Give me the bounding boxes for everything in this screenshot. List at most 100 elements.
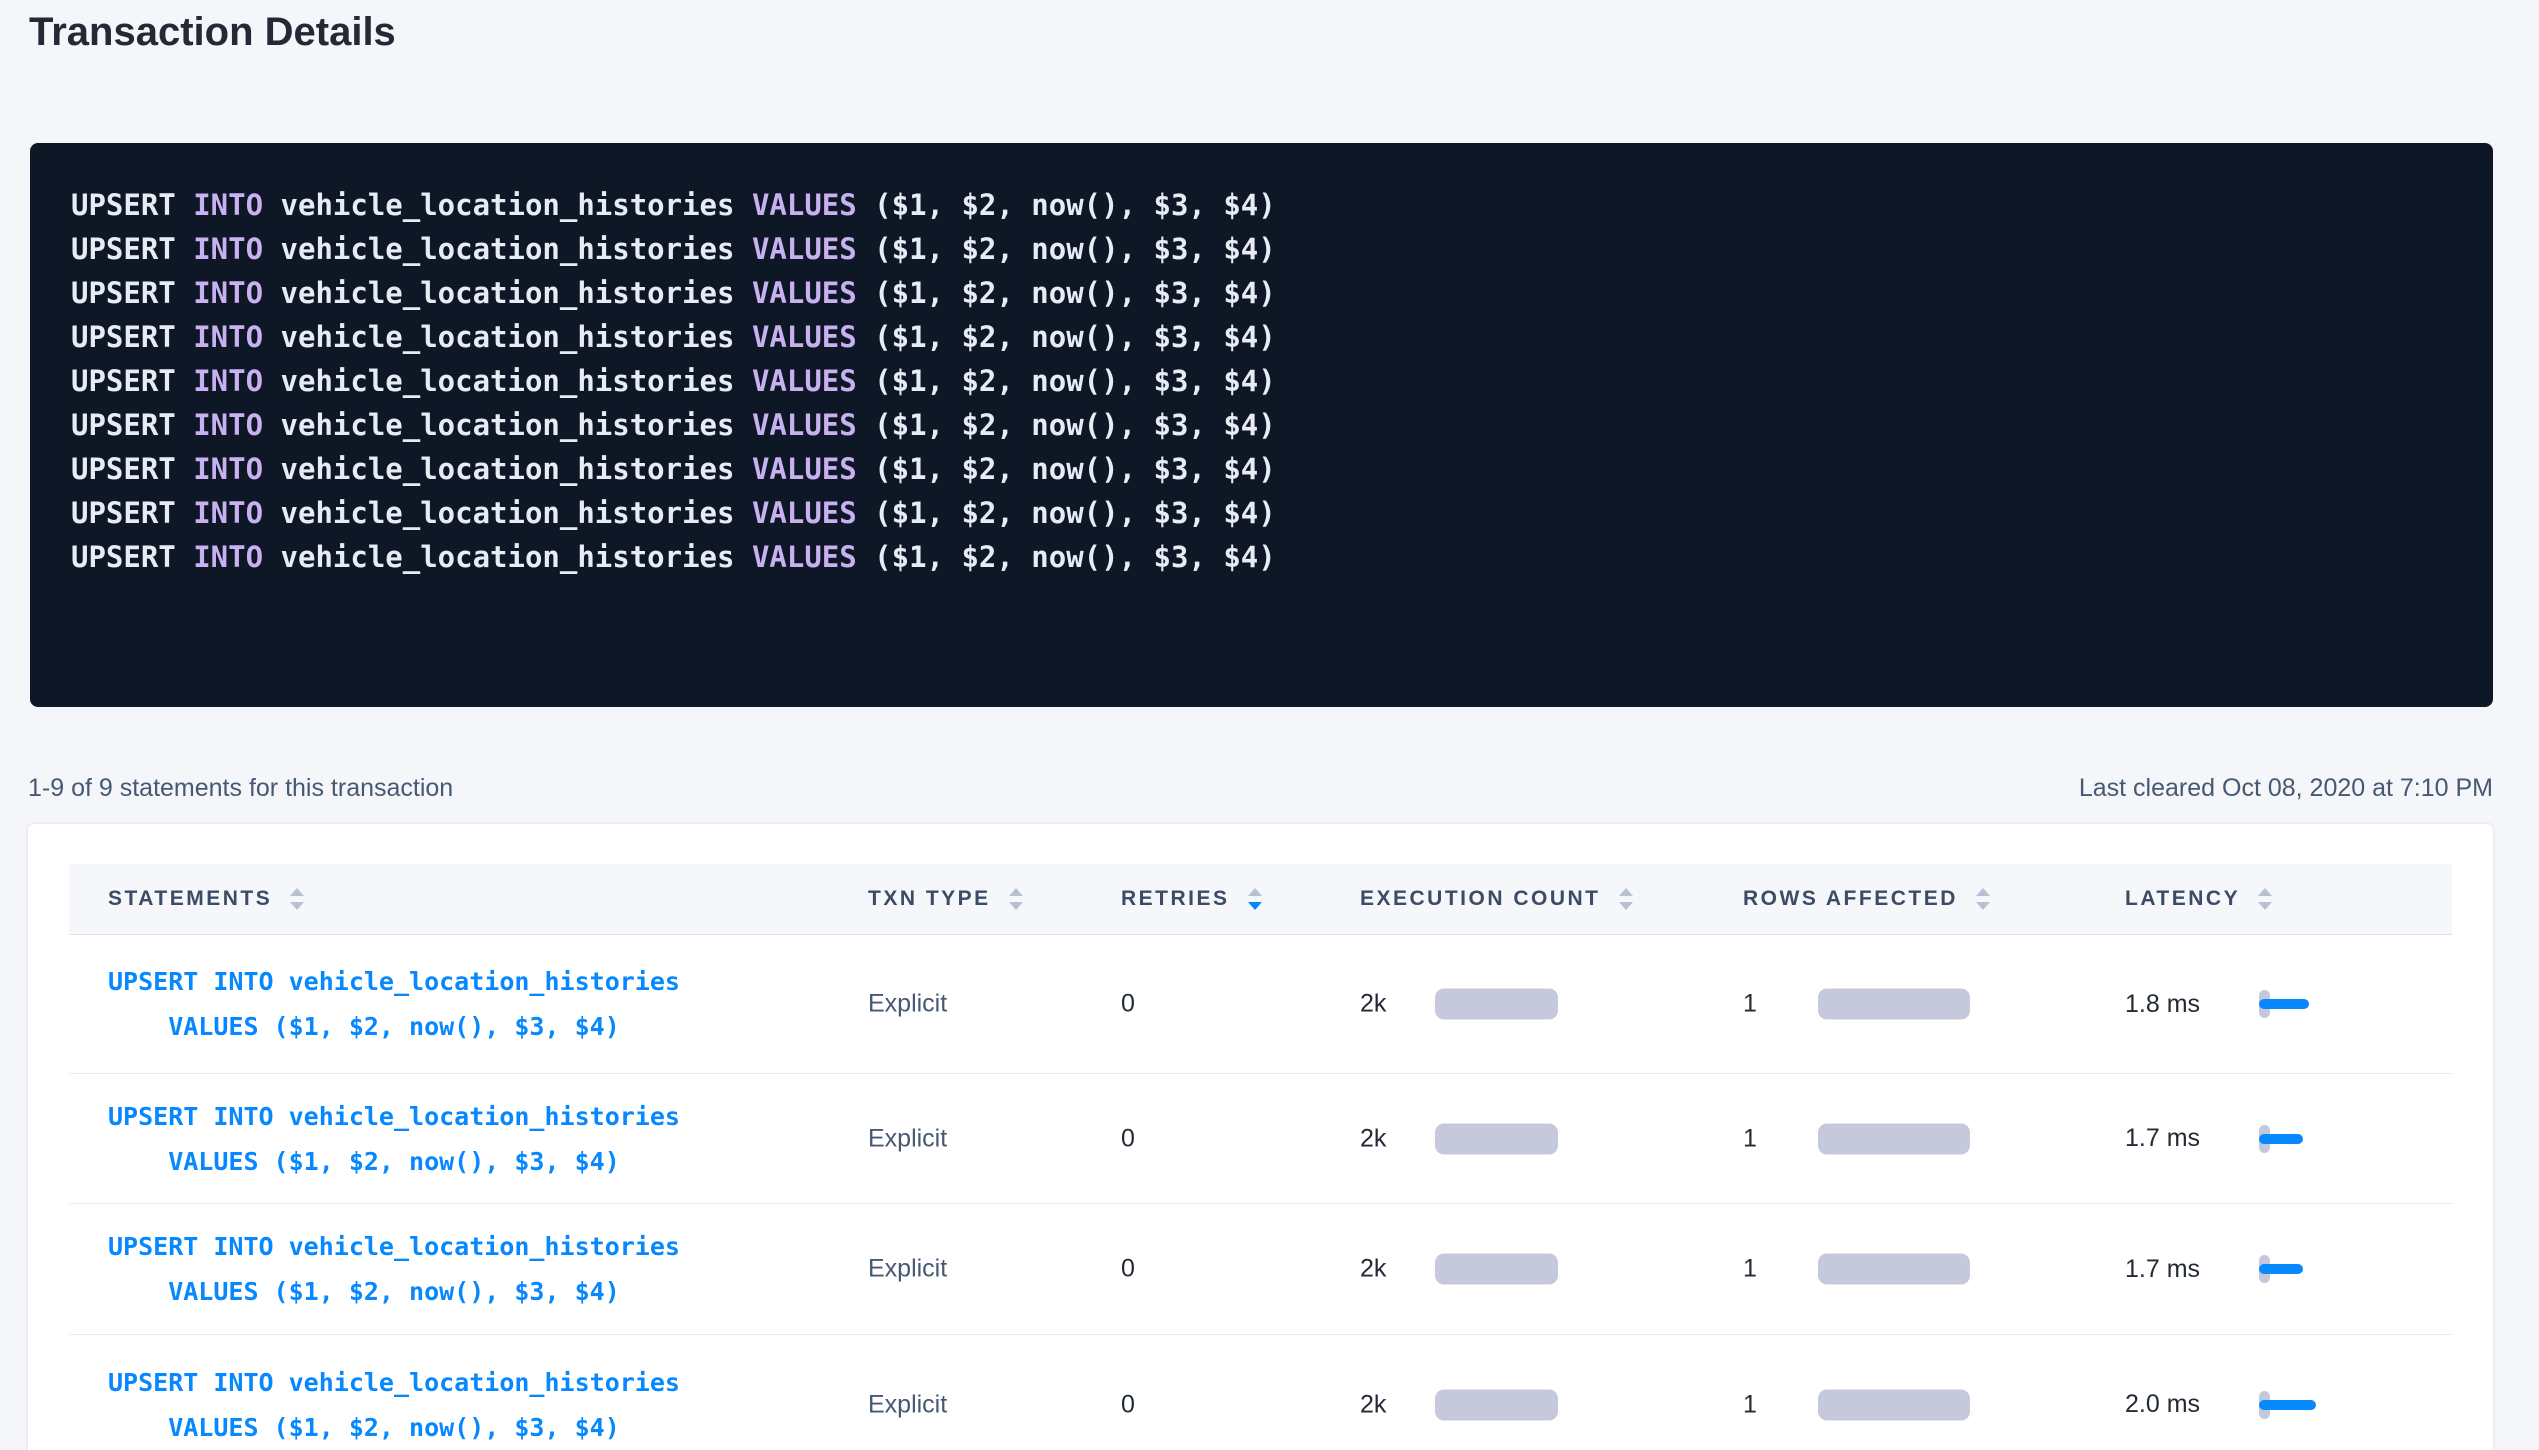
latency-bar [2259,1134,2303,1144]
latency-value: 1.8 ms [2125,990,2215,1019]
statement-link[interactable]: UPSERT INTO vehicle_location_histories V… [108,959,680,1049]
txn-type-value: Explicit [868,1124,947,1153]
sort-asc-icon [1976,888,1990,896]
sort-asc-icon [1619,888,1633,896]
statement-link[interactable]: UPSERT INTO vehicle_location_histories V… [108,1224,680,1314]
rows-affected-cell: 1 [1743,989,1970,1020]
rows-affected-value: 1 [1743,1124,1788,1153]
latency-bar-chart [2259,1387,2329,1423]
retries-value: 0 [1121,1390,1135,1419]
last-cleared-timestamp: Last cleared Oct 08, 2020 at 7:10 PM [2079,772,2493,804]
latency-bar [2259,999,2309,1009]
execution-count-value: 2k [1360,1390,1405,1419]
page-title: Transaction Details [29,8,396,56]
execution-count-cell: 2k [1360,989,1558,1020]
sql-statement-line: UPSERT INTO vehicle_location_histories V… [71,535,2493,579]
sort-desc-icon [1619,902,1633,910]
transaction-sql-box: UPSERT INTO vehicle_location_histories V… [30,143,2493,707]
column-label: EXECUTION COUNT [1360,887,1601,911]
column-label: ROWS AFFECTED [1743,887,1958,911]
latency-value: 1.7 ms [2125,1255,2215,1284]
table-row: UPSERT INTO vehicle_location_histories V… [69,1074,2452,1204]
column-header-retries[interactable]: RETRIES [1121,887,1262,911]
execution-count-cell: 2k [1360,1254,1558,1285]
retries-value: 0 [1121,1255,1135,1284]
txn-type-value: Explicit [868,990,947,1019]
execution-count-value: 2k [1360,1255,1405,1284]
sort-asc-icon [1009,888,1023,896]
statement-text-line1: UPSERT INTO vehicle_location_histories [108,1360,680,1405]
statements-table-card: STATEMENTS TXN TYPE RETRIES EXECUTION CO… [28,824,2493,1450]
sort-desc-icon [1976,902,1990,910]
execution-count-value: 2k [1360,990,1405,1019]
statement-text-line1: UPSERT INTO vehicle_location_histories [108,959,680,1004]
latency-bar-chart [2259,1121,2329,1157]
latency-cell: 1.7 ms [2125,1251,2329,1287]
statement-text-line2: VALUES ($1, $2, now(), $3, $4) [168,1139,620,1184]
rows-affected-value: 1 [1743,990,1788,1019]
execution-count-bar [1435,1389,1558,1420]
retries-value: 0 [1121,990,1135,1019]
sort-desc-icon [290,902,304,910]
sql-statement-line: UPSERT INTO vehicle_location_histories V… [71,491,2493,535]
statement-link[interactable]: UPSERT INTO vehicle_location_histories V… [108,1094,680,1184]
rows-affected-bar [1818,1254,1970,1285]
statements-count-summary: 1-9 of 9 statements for this transaction [28,772,453,804]
statement-text-line1: UPSERT INTO vehicle_location_histories [108,1224,680,1269]
sort-icon [1009,888,1023,910]
sort-icon [290,888,304,910]
column-header-rows-affected[interactable]: ROWS AFFECTED [1743,887,1990,911]
statement-text-line2: VALUES ($1, $2, now(), $3, $4) [168,1269,620,1314]
statement-text-line2: VALUES ($1, $2, now(), $3, $4) [168,1004,620,1049]
sort-asc-icon [1248,888,1262,896]
sort-icon [1976,888,1990,910]
column-label: RETRIES [1121,887,1230,911]
rows-affected-value: 1 [1743,1390,1788,1419]
column-header-execution-count[interactable]: EXECUTION COUNT [1360,887,1633,911]
sql-statement-line: UPSERT INTO vehicle_location_histories V… [71,227,2493,271]
latency-cell: 1.8 ms [2125,986,2329,1022]
execution-count-bar [1435,1123,1558,1154]
sql-statement-lines: UPSERT INTO vehicle_location_histories V… [71,183,2493,579]
sql-statement-line: UPSERT INTO vehicle_location_histories V… [71,403,2493,447]
retries-value: 0 [1121,1124,1135,1153]
execution-count-cell: 2k [1360,1123,1558,1154]
latency-cell: 1.7 ms [2125,1121,2329,1157]
column-label: LATENCY [2125,887,2240,911]
latency-value: 1.7 ms [2125,1124,2215,1153]
sql-statement-line: UPSERT INTO vehicle_location_histories V… [71,315,2493,359]
statement-link[interactable]: UPSERT INTO vehicle_location_histories V… [108,1360,680,1450]
sort-icon [2258,888,2272,910]
column-header-txn-type[interactable]: TXN TYPE [868,887,1023,911]
table-summary-row: 1-9 of 9 statements for this transaction… [28,772,2493,804]
table-row: UPSERT INTO vehicle_location_histories V… [69,935,2452,1074]
latency-bar [2259,1400,2316,1410]
rows-affected-cell: 1 [1743,1389,1970,1420]
sort-asc-icon [290,888,304,896]
sort-icon [1619,888,1633,910]
execution-count-bar [1435,989,1558,1020]
sql-statement-line: UPSERT INTO vehicle_location_histories V… [71,271,2493,315]
rows-affected-bar [1818,1389,1970,1420]
statement-text-line2: VALUES ($1, $2, now(), $3, $4) [168,1405,620,1450]
column-header-latency[interactable]: LATENCY [2125,887,2272,911]
sort-icon [1248,888,1262,910]
sort-desc-icon [1248,902,1262,910]
latency-bar-chart [2259,1251,2329,1287]
rows-affected-bar [1818,989,1970,1020]
sql-statement-line: UPSERT INTO vehicle_location_histories V… [71,359,2493,403]
execution-count-bar [1435,1254,1558,1285]
txn-type-value: Explicit [868,1255,947,1284]
sort-asc-icon [2258,888,2272,896]
sql-statement-line: UPSERT INTO vehicle_location_histories V… [71,447,2493,491]
column-header-statements[interactable]: STATEMENTS [108,887,304,911]
column-label: STATEMENTS [108,887,272,911]
execution-count-cell: 2k [1360,1389,1558,1420]
statements-table-header: STATEMENTS TXN TYPE RETRIES EXECUTION CO… [69,864,2452,935]
rows-affected-cell: 1 [1743,1123,1970,1154]
txn-type-value: Explicit [868,1390,947,1419]
rows-affected-value: 1 [1743,1255,1788,1284]
sql-statement-line: UPSERT INTO vehicle_location_histories V… [71,183,2493,227]
sort-desc-icon [1009,902,1023,910]
rows-affected-bar [1818,1123,1970,1154]
